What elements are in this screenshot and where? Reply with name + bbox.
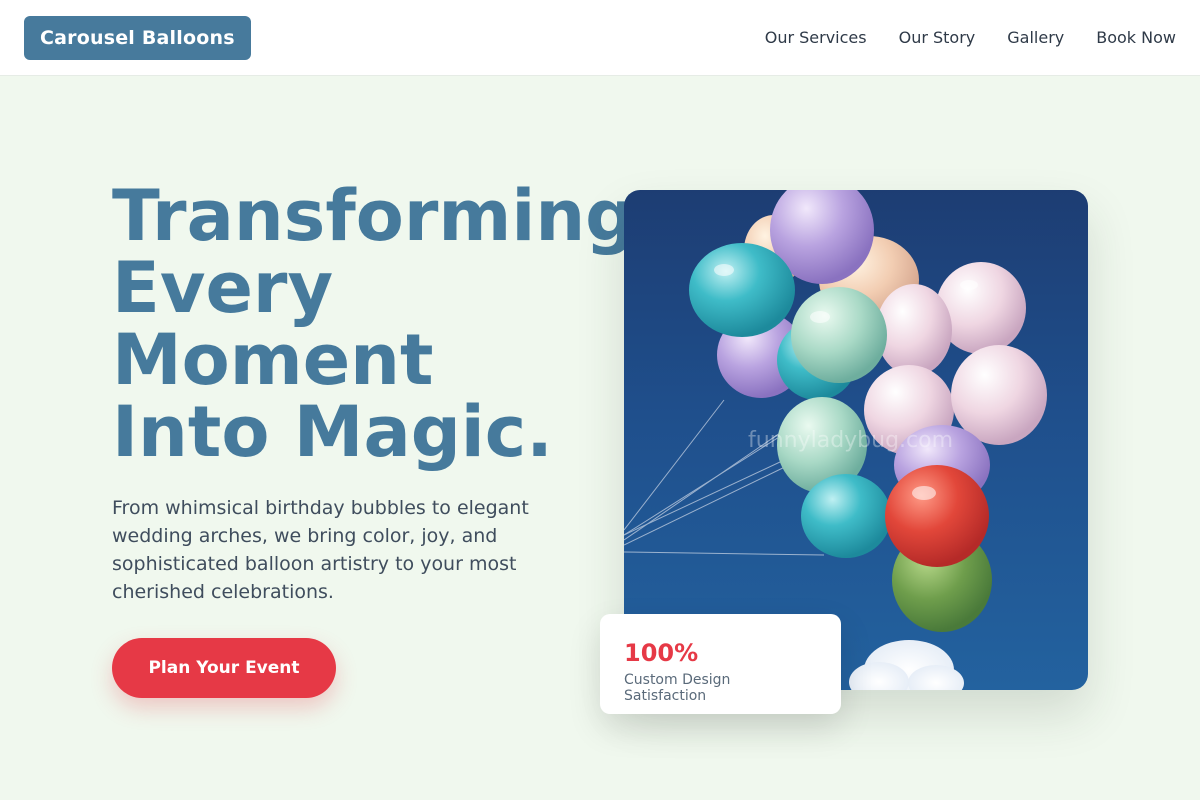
hero-title-line: Into Magic. [112, 391, 553, 473]
nav-link-book-now[interactable]: Book Now [1096, 28, 1176, 47]
hero-description: From whimsical birthday bubbles to elega… [112, 497, 529, 603]
hero-title-line: Moment [112, 319, 434, 401]
stat-card: 100% Custom Design Satisfaction [600, 614, 841, 714]
nav-links: Our Services Our Story Gallery Book Now [765, 28, 1176, 47]
image-watermark: funnyladybug.com [748, 428, 954, 453]
navbar: Carousel Balloons Our Services Our Story… [0, 0, 1200, 76]
nav-link-our-services[interactable]: Our Services [765, 28, 867, 47]
stat-label: Custom Design Satisfaction [624, 672, 731, 704]
plan-your-event-button[interactable]: Plan Your Event [112, 638, 336, 698]
stat-value: 100% [624, 639, 699, 667]
nav-link-our-story[interactable]: Our Story [899, 28, 976, 47]
brand-logo[interactable]: Carousel Balloons [24, 15, 251, 60]
hero-title-line: Transforming [112, 175, 636, 257]
hero-title-line: Every [112, 247, 334, 329]
hero-title: Transforming Every Moment Into Magic. [112, 180, 712, 468]
nav-link-gallery[interactable]: Gallery [1007, 28, 1064, 47]
